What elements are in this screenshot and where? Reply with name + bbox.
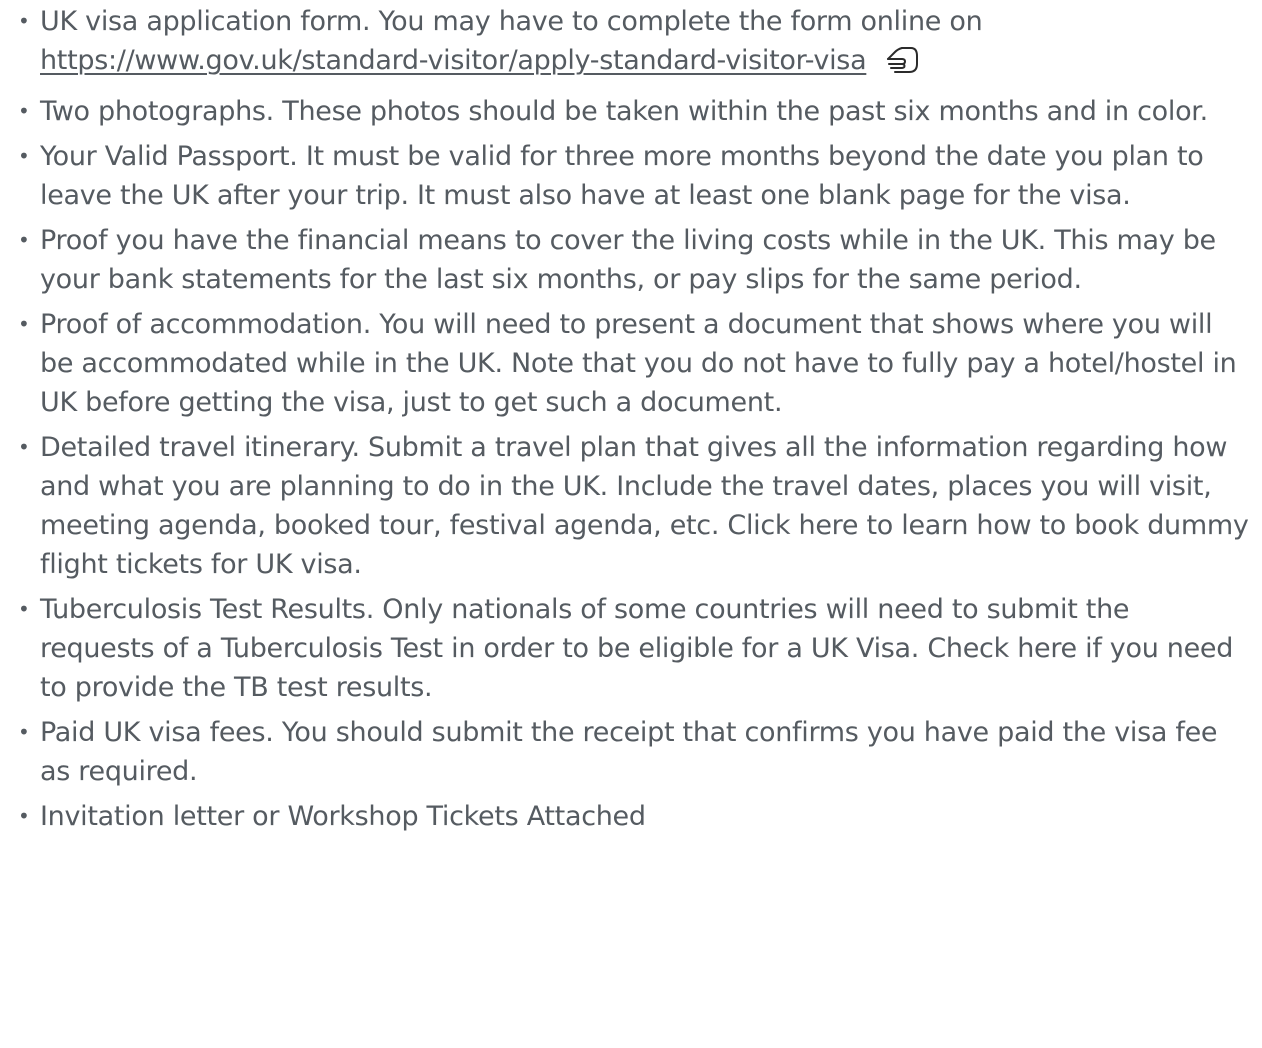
pointing-hand-icon [885, 45, 919, 86]
list-item-accommodation: • Proof of accommodation. You will need … [12, 305, 1250, 422]
list-item-passport: • Your Valid Passport. It must be valid … [12, 137, 1250, 215]
bullet-icon: • [18, 312, 30, 336]
list-item-text: Two photographs. These photos should be … [40, 96, 1208, 127]
apply-visa-link[interactable]: https://www.gov.uk/standard-visitor/appl… [40, 45, 867, 76]
bullet-icon: • [18, 720, 30, 744]
list-item-text: UK visa application form. You may have t… [40, 6, 983, 37]
bullet-icon: • [18, 597, 30, 621]
bullet-icon: • [18, 99, 30, 123]
list-item-visa-fees: • Paid UK visa fees. You should submit t… [12, 713, 1250, 791]
page: • UK visa application form. You may have… [0, 0, 1262, 1048]
list-item-tuberculosis: • Tuberculosis Test Results. Only nation… [12, 590, 1250, 707]
list-item-text: Tuberculosis Test Results. Only national… [40, 594, 1234, 703]
list-item-text: Proof of accommodation. You will need to… [40, 309, 1237, 418]
list-item-itinerary: • Detailed travel itinerary. Submit a tr… [12, 428, 1250, 584]
list-item-text: Proof you have the financial means to co… [40, 225, 1216, 295]
requirements-list: • UK visa application form. You may have… [12, 2, 1250, 836]
bullet-icon: • [18, 228, 30, 252]
bullet-icon: • [18, 144, 30, 168]
list-item-photographs: • Two photographs. These photos should b… [12, 92, 1250, 131]
list-item-invitation: • Invitation letter or Workshop Tickets … [12, 797, 1250, 836]
list-item-text: Your Valid Passport. It must be valid fo… [40, 141, 1204, 211]
bullet-icon: • [18, 9, 30, 33]
list-item-application-form: • UK visa application form. You may have… [12, 2, 1250, 86]
list-item-text: Detailed travel itinerary. Submit a trav… [40, 432, 1249, 580]
list-item-financial-means: • Proof you have the financial means to … [12, 221, 1250, 299]
bullet-icon: • [18, 804, 30, 828]
list-item-text: Paid UK visa fees. You should submit the… [40, 717, 1218, 787]
list-item-text: Invitation letter or Workshop Tickets At… [40, 801, 646, 832]
bullet-icon: • [18, 435, 30, 459]
